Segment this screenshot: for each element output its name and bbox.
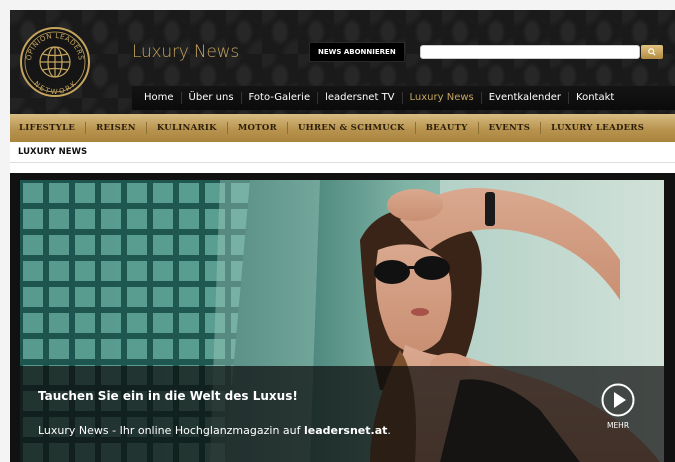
hero-title: Tauchen Sie ein in die Welt des Luxus! [38, 389, 298, 403]
category-events[interactable]: EVENTS [477, 122, 541, 134]
nav-item-kontakt[interactable]: Kontakt [568, 92, 621, 104]
category-kulinarik[interactable]: KULINARIK [145, 122, 227, 134]
search-button[interactable] [641, 45, 663, 59]
content-gap [10, 163, 675, 173]
more-button[interactable]: MEHR [598, 383, 638, 430]
nav-item-eventkalender[interactable]: Eventkalender [480, 92, 568, 104]
category-nav: LIFESTYLE REISEN KULINARIK MOTOR UHREN &… [10, 114, 675, 142]
breadcrumb: LUXURY NEWS [18, 147, 88, 157]
nav-item-ueber-uns[interactable]: Über uns [180, 92, 241, 104]
hero-banner[interactable]: Tauchen Sie ein in die Welt des Luxus! L… [20, 180, 664, 462]
opinion-leaders-network-logo[interactable]: OPINION LEADERS NETWORK [19, 26, 91, 98]
category-reisen[interactable]: REISEN [85, 122, 146, 134]
category-beauty[interactable]: BEAUTY [414, 122, 478, 134]
hero-text: Luxury News - Ihr online Hochglanzmagazi… [38, 424, 391, 437]
main-nav: Home Über uns Foto-Galerie leadersnet TV… [132, 86, 675, 110]
category-lifestyle[interactable]: LIFESTYLE [10, 122, 85, 134]
section-title: Luxury News [132, 42, 239, 62]
nav-item-home[interactable]: Home [132, 92, 181, 104]
search-icon [648, 48, 656, 56]
play-icon [601, 383, 635, 417]
page: OPINION LEADERS NETWORK Luxury News NEWS… [10, 10, 675, 462]
more-label: MEHR [606, 421, 630, 430]
header: OPINION LEADERS NETWORK Luxury News NEWS… [10, 10, 675, 114]
nav-item-foto-galerie[interactable]: Foto-Galerie [240, 92, 318, 104]
category-motor[interactable]: MOTOR [226, 122, 287, 134]
hero-text-suffix: . [387, 424, 391, 437]
hero-caption: Tauchen Sie ein in die Welt des Luxus! L… [20, 366, 664, 462]
breadcrumb-bar: LUXURY NEWS [10, 142, 675, 163]
search-input[interactable] [420, 45, 640, 59]
news-subscribe-button[interactable]: NEWS ABONNIEREN [309, 42, 405, 62]
hero-text-link[interactable]: leadersnet.at [304, 424, 387, 437]
hero-text-prefix: Luxury News - Ihr online Hochglanzmagazi… [38, 424, 304, 437]
nav-item-leadersnet-tv[interactable]: leadersnet TV [317, 92, 401, 104]
category-luxury-leaders[interactable]: LUXURY LEADERS [540, 122, 654, 134]
category-uhren-schmuck[interactable]: UHREN & SCHMUCK [286, 122, 415, 134]
nav-item-luxury-news[interactable]: Luxury News [401, 92, 481, 104]
